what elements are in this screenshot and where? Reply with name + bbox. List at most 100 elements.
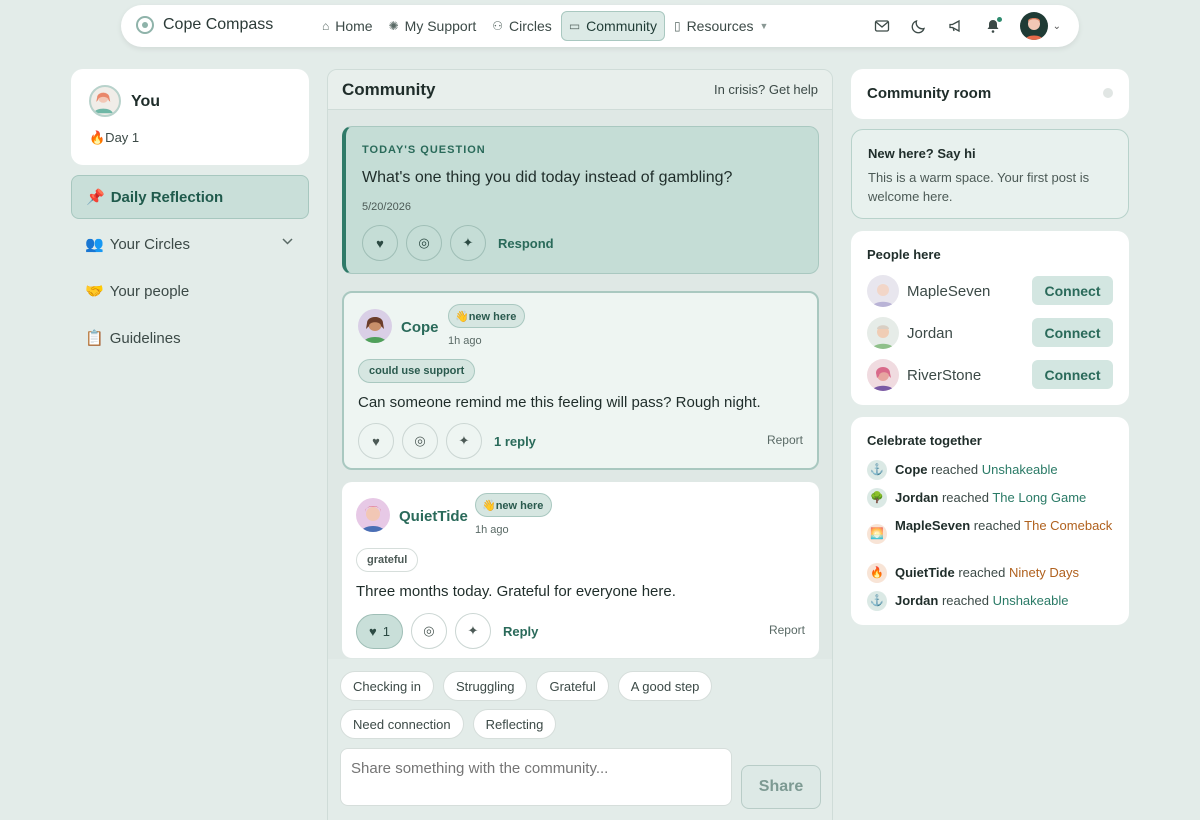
sparkle-icon[interactable]: ✦ (446, 423, 482, 459)
like-count: 1 (382, 623, 390, 639)
member-name[interactable]: QuietTide (895, 565, 955, 580)
megaphone-icon[interactable] (941, 11, 971, 41)
welcome-text: This is a warm space. Your first post is… (868, 170, 1090, 204)
connect-button[interactable]: Connect (1032, 276, 1113, 305)
connect-button[interactable]: Connect (1032, 318, 1113, 347)
brand[interactable]: Cope Compass (136, 16, 273, 34)
milestone-name: Ninety Days (1008, 565, 1080, 580)
chip-a-good-step[interactable]: A good step (617, 671, 713, 701)
people-here-card: People here MapleSeven Connect Jordan Co… (851, 231, 1129, 405)
heart-icon: ♥ (369, 623, 377, 639)
avatar[interactable] (89, 85, 121, 117)
sparkle-icon[interactable]: ✦ (454, 613, 491, 649)
welcome-title: New here? Say hi (868, 146, 976, 161)
home-icon: ⌂ (322, 19, 330, 33)
reply-button[interactable]: Reply (503, 624, 538, 639)
sidebar-item-label: Your Circles (109, 235, 190, 253)
chevron-down-icon[interactable] (282, 236, 293, 248)
nav-item-my-support[interactable]: ✺ My Support (382, 11, 484, 41)
member-name[interactable]: MapleSeven (895, 518, 970, 533)
mail-icon[interactable] (867, 11, 897, 41)
celebration-verb: reached (931, 462, 979, 477)
sidebar-item-your-circles[interactable]: 👥 Your Circles (71, 222, 309, 266)
chip-struggling[interactable]: Struggling (442, 671, 528, 701)
nav-item-circles[interactable]: ⚇ Circles (485, 11, 559, 41)
sidebar-item-label: Guidelines (109, 329, 181, 347)
heart-icon[interactable]: ♥ (362, 225, 398, 261)
chip-checking-in[interactable]: Checking in (340, 671, 434, 701)
nav-item-home[interactable]: ⌂ Home (315, 11, 380, 41)
celebration-verb: reached (973, 518, 1021, 533)
pin-icon: 📌 (86, 189, 105, 206)
hug-icon[interactable]: ◎ (402, 423, 438, 459)
person-name: Jordan (907, 324, 953, 342)
moon-icon[interactable] (904, 11, 934, 41)
avatar[interactable] (867, 359, 899, 391)
hug-icon[interactable]: ◎ (410, 613, 447, 649)
caret-down-icon: ▼ (759, 21, 769, 31)
anchor-icon: ⚓ (867, 460, 887, 480)
tree-icon: 🌳 (867, 488, 887, 508)
avatar[interactable] (356, 498, 390, 532)
chip-reflecting[interactable]: Reflecting (472, 709, 557, 739)
person-row: RiverStone Connect (867, 359, 1113, 391)
celebrate-title: Celebrate together (867, 433, 982, 448)
hug-icon[interactable]: ◎ (406, 225, 442, 261)
sidebar-item-your-people[interactable]: 🤝 Your people (71, 269, 309, 313)
avatar[interactable] (358, 309, 392, 343)
share-input[interactable] (340, 748, 732, 806)
chip-grateful[interactable]: Grateful (536, 671, 609, 701)
person-name: RiverStone (907, 366, 982, 384)
community-feed: Community In crisis? Get help TODAY'S QU… (327, 69, 833, 820)
celebration-verb: reached (958, 565, 1006, 580)
profile-name: You (131, 93, 161, 110)
post-author[interactable]: Cope (401, 319, 439, 336)
question-label: TODAY'S QUESTION (362, 144, 486, 156)
nav-item-community[interactable]: ▭ Community (560, 11, 665, 41)
respond-button[interactable]: Respond (498, 236, 554, 251)
status-dot (1103, 88, 1113, 98)
member-name[interactable]: Jordan (895, 593, 938, 608)
replies-link[interactable]: 1 reply (494, 434, 536, 449)
avatar[interactable] (867, 317, 899, 349)
post-timestamp: 1h ago (448, 335, 482, 347)
nav-item-resources[interactable]: ▯ Resources ▼ (667, 11, 775, 41)
heart-icon[interactable]: ♥ (358, 423, 394, 459)
daily-question-card: TODAY'S QUESTION What's one thing you di… (342, 126, 819, 274)
sidebar-item-guidelines[interactable]: 📋 Guidelines (71, 316, 309, 360)
sparkle-icon[interactable]: ✦ (450, 225, 486, 261)
sidebar-item-label: Daily Reflection (110, 188, 224, 206)
nav-item-label: Home (335, 18, 373, 34)
post-tag: could use support (358, 359, 476, 383)
chip-need-connection[interactable]: Need connection (340, 709, 464, 739)
post-card: Cope 👋new here 1h ago could use support … (342, 291, 819, 470)
post-body: Three months today. Grateful for everyon… (356, 583, 676, 600)
nav-item-label: Community (586, 18, 657, 34)
avatar[interactable] (867, 275, 899, 307)
nav-actions: ⌄ (860, 11, 1061, 41)
streak-counter: 🔥Day 1 (89, 130, 140, 145)
top-navigation: Cope Compass ⌂ Home ✺ My Support ⚇ Circl… (121, 5, 1079, 47)
nav-item-label: My Support (404, 18, 477, 34)
post-author[interactable]: QuietTide (399, 508, 468, 525)
sidebar-item-daily-reflection[interactable]: 📌 Daily Reflection (71, 175, 309, 219)
celebration-item: 🌅 MapleSeven reached The Comeback (867, 516, 1113, 544)
member-name[interactable]: Jordan (895, 490, 938, 505)
crisis-help-link[interactable]: In crisis? Get help (714, 82, 818, 97)
bell-icon[interactable] (978, 11, 1008, 41)
celebration-item: 🌳 Jordan reached The Long Game (867, 488, 1113, 508)
chevron-down-icon[interactable]: ⌄ (1053, 21, 1061, 32)
page-title: Community (342, 79, 436, 99)
avatar[interactable] (1019, 12, 1048, 40)
like-button[interactable]: ♥ 1 (356, 613, 403, 649)
share-button[interactable]: Share (741, 765, 821, 809)
sidebar-item-label: Your people (109, 282, 190, 300)
connect-button[interactable]: Connect (1032, 360, 1113, 389)
report-link[interactable]: Report (767, 433, 803, 447)
report-link[interactable]: Report (769, 623, 805, 637)
member-name[interactable]: Cope (895, 462, 928, 477)
new-here-badge: 👋new here (475, 493, 553, 517)
nav-item-label: Circles (509, 18, 552, 34)
welcome-card: New here? Say hi This is a warm space. Y… (851, 129, 1129, 219)
question-date: 5/20/2026 (362, 201, 411, 213)
